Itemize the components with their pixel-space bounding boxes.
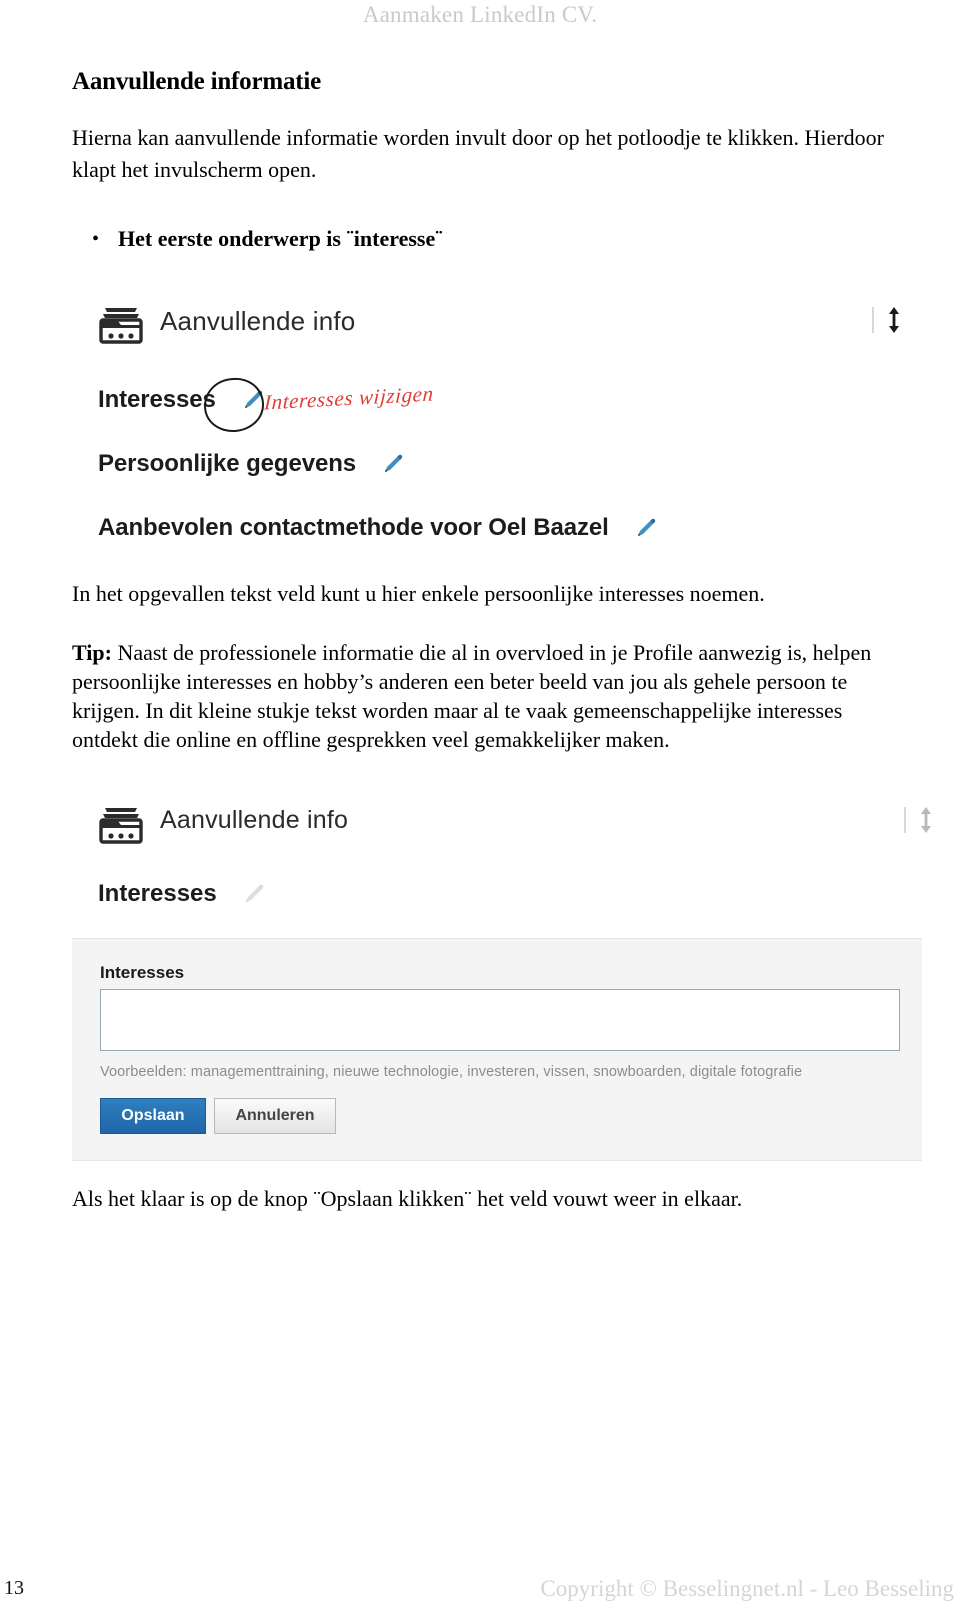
card-box-icon (98, 802, 144, 846)
header-divider (904, 807, 906, 833)
header-controls-expanded (904, 806, 934, 834)
closing-paragraph: Als het klaar is op de knop ¨Opslaan kli… (72, 1186, 743, 1211)
document-body: Aanvullende informatie Hierna kan aanvul… (72, 68, 888, 254)
additional-info-header: Aanvullende info (88, 298, 908, 358)
header-controls (872, 306, 902, 334)
bullet-marker: • (92, 228, 100, 250)
additional-info-header-expanded: Aanvullende info (88, 800, 934, 858)
row-interesses[interactable]: Interesses (98, 386, 264, 414)
additional-info-title-expanded: Aanvullende info (160, 806, 349, 834)
mid-line-1: In het opgevallen tekst veld kunt u hier… (72, 581, 765, 606)
expand-collapse-arrow-icon[interactable] (886, 306, 902, 334)
tip-paragraph: Tip: Naast de professionele informatie d… (72, 638, 902, 754)
screenshot-collapsed-panel: Aanvullende info Interesses Interesses w… (88, 298, 908, 560)
header-divider (872, 307, 874, 333)
pencil-icon[interactable] (635, 517, 657, 539)
card-box-icon (98, 302, 144, 346)
intro-paragraph: Hierna kan aanvullende informatie worden… (72, 125, 884, 182)
cancel-button[interactable]: Annuleren (214, 1098, 336, 1134)
interesses-input[interactable] (100, 989, 900, 1051)
row-persoonlijke-gegevens-label: Persoonlijke gegevens (98, 450, 357, 477)
row-interesses-expanded[interactable]: Interesses (98, 880, 934, 908)
row-aanbevolen-contactmethode-label: Aanbevolen contactmethode voor Oel Baaze… (98, 514, 609, 541)
running-head: Aanmaken LinkedIn CV. (362, 2, 598, 27)
tip-body: Naast de professionele informatie die al… (72, 640, 872, 752)
tip-label: Tip: (72, 640, 112, 665)
interesses-hint: Voorbeelden: managementtraining, nieuwe … (100, 1064, 803, 1080)
additional-info-title: Aanvullende info (160, 306, 356, 336)
interesses-edit-form: Interesses Voorbeelden: managementtraini… (72, 938, 922, 1161)
row-persoonlijke-gegevens[interactable]: Persoonlijke gegevens (98, 450, 404, 478)
form-actions: Opslaan Annuleren (100, 1098, 922, 1134)
screenshot-expanded-panel: Aanvullende info Interesses Interesses V… (72, 800, 934, 1161)
page-title: Aanvullende informatie (72, 68, 322, 95)
row-aanbevolen-contactmethode[interactable]: Aanbevolen contactmethode voor Oel Baaze… (98, 514, 657, 542)
footer-copyright: Copyright © Besselingnet.nl - Leo Bessel… (540, 1576, 954, 1601)
annotation-interesses-wijzigen: Interesses wijzigen (263, 381, 435, 415)
page-number: 13 (4, 1577, 24, 1599)
row-interesses-label: Interesses (98, 386, 216, 413)
mid-paragraphs: In het opgevallen tekst veld kunt u hier… (72, 578, 902, 754)
expand-collapse-arrow-icon[interactable] (918, 806, 934, 834)
pencil-icon[interactable] (243, 883, 265, 905)
bullet-label: Het eerste onderwerp is ¨interesse¨ (118, 226, 443, 251)
form-inner: Interesses Voorbeelden: managementtraini… (72, 963, 922, 1134)
pencil-icon[interactable] (242, 389, 264, 411)
interesses-field-label: Interesses (100, 963, 185, 982)
row-interesses-expanded-label: Interesses (98, 880, 217, 907)
pencil-icon[interactable] (382, 453, 404, 475)
bullet-item: • Het eerste onderwerp is ¨interesse¨ (92, 224, 888, 254)
save-button[interactable]: Opslaan (100, 1098, 206, 1134)
